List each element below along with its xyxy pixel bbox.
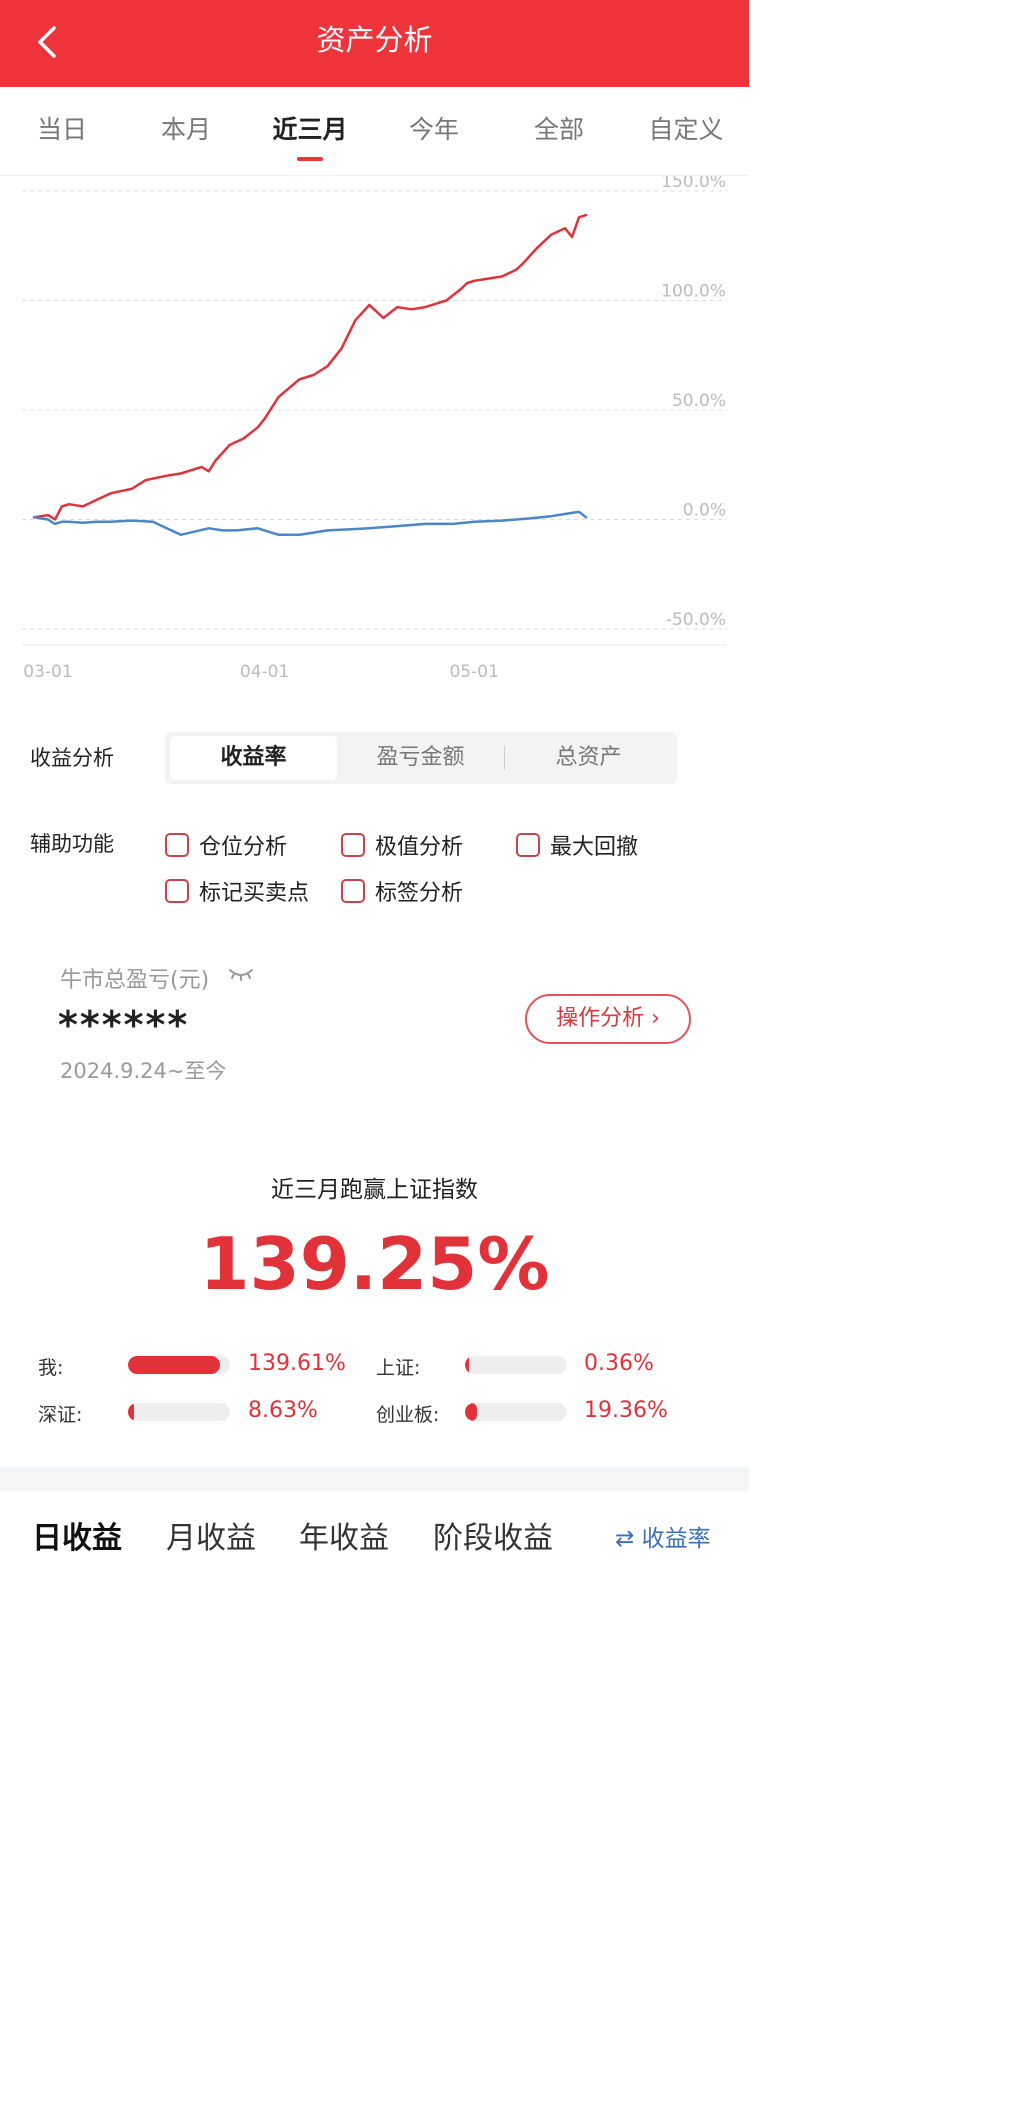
- operation-analysis-button[interactable]: 操作分析 ›: [525, 994, 691, 1044]
- tab-this-month[interactable]: 本月: [146, 113, 226, 147]
- compare-bar-fill: [128, 1403, 135, 1421]
- beat-index-value: 139.25%: [199, 1222, 550, 1306]
- tab-daily-earnings[interactable]: 日收益: [32, 1513, 122, 1557]
- compare-value-chinext: 19.36%: [584, 1398, 668, 1423]
- compare-label-shenzhen: 深证:: [38, 1404, 83, 1426]
- earnings-tabs: 日收益 月收益 年收益 阶段收益 ⇄ 收益率: [0, 1491, 749, 1568]
- checkbox-label: 最大回撤: [550, 835, 639, 860]
- checkbox-mark-trades[interactable]: 标记买卖点: [165, 875, 309, 907]
- checkbox-box[interactable]: [341, 833, 365, 857]
- tab-today[interactable]: 当日: [22, 113, 102, 147]
- series-line-mine: [32, 213, 588, 521]
- y-tick-label: 100.0%: [661, 282, 726, 302]
- section-divider: [0, 1467, 749, 1491]
- page-title: 资产分析: [316, 23, 433, 57]
- beat-index-title: 近三月跑赢上证指数: [271, 1177, 478, 1203]
- active-tab-indicator: [297, 157, 323, 161]
- compare-bar-shenzhen: [128, 1403, 230, 1421]
- compare-bar-fill: [128, 1356, 220, 1374]
- compare-value-shanghai: 0.36%: [584, 1351, 654, 1376]
- bull-pnl-value: ******: [58, 1003, 190, 1047]
- checkbox-box[interactable]: [341, 879, 365, 903]
- tab-yearly-earnings[interactable]: 年收益: [299, 1513, 389, 1557]
- compare-value-me: 139.61%: [248, 1351, 346, 1376]
- compare-bar-shanghai: [465, 1356, 567, 1374]
- checkbox-box[interactable]: [165, 833, 189, 857]
- compare-bar-fill: [465, 1356, 469, 1374]
- period-tabs: 当日 本月 近三月 今年 全部 自定义: [0, 87, 749, 176]
- return-rate-switch[interactable]: ⇄ 收益率: [615, 1519, 711, 1553]
- compare-bar-fill: [465, 1403, 478, 1421]
- x-tick-label: 03-01: [23, 662, 72, 682]
- segment-total-assets[interactable]: 总资产: [505, 736, 672, 780]
- checkbox-extreme-analysis[interactable]: 极值分析: [341, 829, 463, 861]
- series-line-index: [32, 510, 588, 537]
- compare-label-me: 我:: [38, 1357, 64, 1379]
- tab-monthly-earnings[interactable]: 月收益: [166, 1513, 256, 1557]
- bull-pnl-period: 2024.9.24~至今: [60, 1059, 227, 1083]
- checkbox-box[interactable]: [165, 879, 189, 903]
- checkbox-position-analysis[interactable]: 仓位分析: [165, 829, 287, 861]
- checkbox-label: 极值分析: [375, 835, 464, 860]
- checkbox-label: 标签分析: [375, 881, 464, 906]
- return-chart[interactable]: 150.0% 100.0% 50.0% 0.0% -50.0% 03-01 04-01 05-…: [0, 176, 749, 696]
- tab-custom[interactable]: 自定义: [634, 113, 738, 147]
- eye-closed-icon[interactable]: [228, 966, 254, 982]
- bull-pnl-label: 牛市总盈亏(元): [60, 968, 210, 993]
- segment-profit-amount[interactable]: 盈亏金额: [337, 736, 504, 780]
- aux-label: 辅助功能: [30, 832, 114, 856]
- tab-three-months[interactable]: 近三月: [258, 113, 362, 147]
- compare-bar-me: [128, 1356, 230, 1374]
- checkbox-label: 标记买卖点: [199, 881, 310, 906]
- y-tick-label: 50.0%: [672, 391, 726, 411]
- tab-this-year[interactable]: 今年: [394, 113, 474, 147]
- y-tick-label: -50.0%: [666, 610, 726, 630]
- compare-label-chinext: 创业板:: [376, 1404, 440, 1426]
- y-tick-label: 0.0%: [683, 501, 726, 521]
- y-tick-label: 150.0%: [661, 176, 726, 192]
- tab-stage-earnings[interactable]: 阶段收益: [433, 1513, 553, 1557]
- checkbox-max-drawdown[interactable]: 最大回撤: [516, 829, 638, 861]
- compare-bar-chinext: [465, 1403, 567, 1421]
- app-header: 资产分析: [0, 0, 749, 87]
- analysis-segmented-control: 收益率 盈亏金额 总资产: [165, 732, 677, 784]
- checkbox-box[interactable]: [516, 833, 540, 857]
- x-tick-label: 04-01: [240, 662, 289, 682]
- checkbox-label: 仓位分析: [199, 835, 288, 860]
- compare-label-shanghai: 上证:: [376, 1357, 421, 1379]
- compare-value-shenzhen: 8.63%: [248, 1398, 318, 1423]
- tab-all[interactable]: 全部: [519, 113, 599, 147]
- segment-return-rate[interactable]: 收益率: [170, 736, 337, 780]
- analysis-label: 收益分析: [30, 746, 114, 770]
- checkbox-tag-analysis[interactable]: 标签分析: [341, 875, 463, 907]
- x-tick-label: 05-01: [449, 662, 498, 682]
